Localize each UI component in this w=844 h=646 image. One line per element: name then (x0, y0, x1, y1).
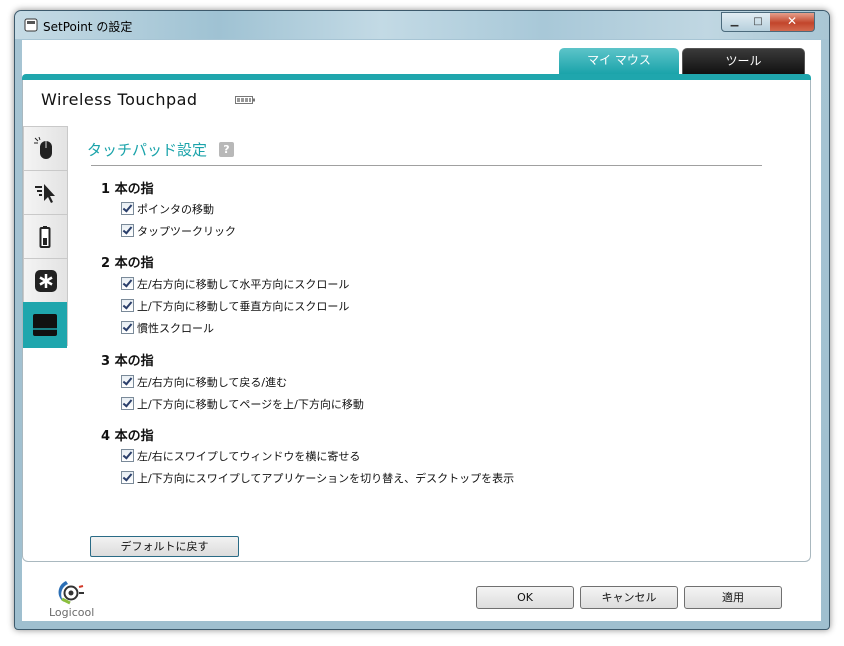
minimize-button[interactable]: ▁ (721, 12, 748, 32)
group-heading-4-finger: 4 本の指 (101, 429, 154, 444)
asterisk-icon (35, 270, 57, 292)
side-tab-mouse[interactable] (23, 126, 67, 172)
group-heading-3-finger: 3 本の指 (101, 354, 154, 369)
checkbox-pointer-move[interactable] (121, 202, 134, 215)
close-icon: ✕ (786, 14, 798, 28)
brand-name: Logicool (49, 606, 95, 619)
apply-button[interactable]: 適用 (684, 586, 782, 609)
window-title: SetPoint の設定 (43, 20, 133, 34)
checkbox-page-up-down[interactable] (121, 397, 134, 410)
section-divider (91, 165, 762, 166)
client-area: マイ マウス ツール Wireless Touchpad タッチパッド設定 ? … (22, 40, 821, 621)
option-label: 上/下方向にスワイプしてアプリケーションを切り替え、デスクトップを表示 (137, 472, 515, 485)
battery-icon (39, 226, 51, 248)
section-title: タッチパッド設定 (87, 141, 208, 159)
option-label: 上/下方向に移動してページを上/下方向に移動 (137, 398, 364, 411)
cancel-button[interactable]: キャンセル (580, 586, 678, 609)
option-label: 左/右にスワイプしてウィンドウを横に寄せる (137, 450, 361, 463)
checkbox-vertical-scroll[interactable] (121, 299, 134, 312)
option-label: 左/右方向に移動して水平方向にスクロール (137, 278, 350, 291)
option-label: 左/右方向に移動して戻る/進む (137, 376, 288, 389)
tab-my-mouse[interactable]: マイ マウス (559, 48, 679, 74)
help-icon[interactable]: ? (219, 142, 234, 157)
maximize-button[interactable]: □ (746, 12, 771, 32)
group-heading-2-finger: 2 本の指 (101, 256, 154, 271)
title-bar[interactable]: SetPoint の設定 ▁ □ ✕ (15, 11, 829, 39)
minimize-icon: ▁ (730, 16, 739, 27)
checkbox-horizontal-scroll[interactable] (121, 277, 134, 290)
ok-button[interactable]: OK (476, 586, 574, 609)
setpoint-app-icon (24, 18, 38, 32)
device-name: Wireless Touchpad (41, 90, 198, 109)
pointer-speed-icon (35, 184, 55, 203)
side-tab-battery[interactable] (23, 214, 67, 260)
option-label: 上/下方向に移動して垂直方向にスクロール (137, 300, 350, 313)
option-label: ポインタの移動 (137, 203, 214, 216)
touchpad-icon (33, 314, 57, 336)
option-label: タップツークリック (137, 225, 236, 238)
side-tab-touchpad[interactable] (23, 302, 67, 348)
setpoint-window: SetPoint の設定 ▁ □ ✕ マイ マウス ツール Wireless T… (14, 10, 830, 630)
settings-panel: Wireless Touchpad タッチパッド設定 ? 1 本の指 ポインタの… (22, 80, 811, 562)
tab-tools[interactable]: ツール (682, 48, 805, 75)
side-tab-pointer[interactable] (23, 170, 67, 216)
checkbox-back-forward[interactable] (121, 375, 134, 388)
battery-level-icon (235, 96, 255, 104)
checkbox-switch-apps[interactable] (121, 471, 134, 484)
restore-defaults-button[interactable]: デフォルトに戻す (90, 536, 239, 557)
checkbox-inertial-scroll[interactable] (121, 321, 134, 334)
close-button[interactable]: ✕ (770, 12, 815, 32)
checkbox-tap-to-click[interactable] (121, 224, 134, 237)
side-tab-asterisk[interactable] (23, 258, 67, 304)
mouse-icon (34, 137, 52, 159)
side-tab-divider (67, 126, 68, 346)
option-label: 慣性スクロール (137, 322, 214, 335)
group-heading-1-finger: 1 本の指 (101, 182, 154, 197)
checkbox-snap-window[interactable] (121, 449, 134, 462)
maximize-icon: □ (753, 16, 763, 27)
